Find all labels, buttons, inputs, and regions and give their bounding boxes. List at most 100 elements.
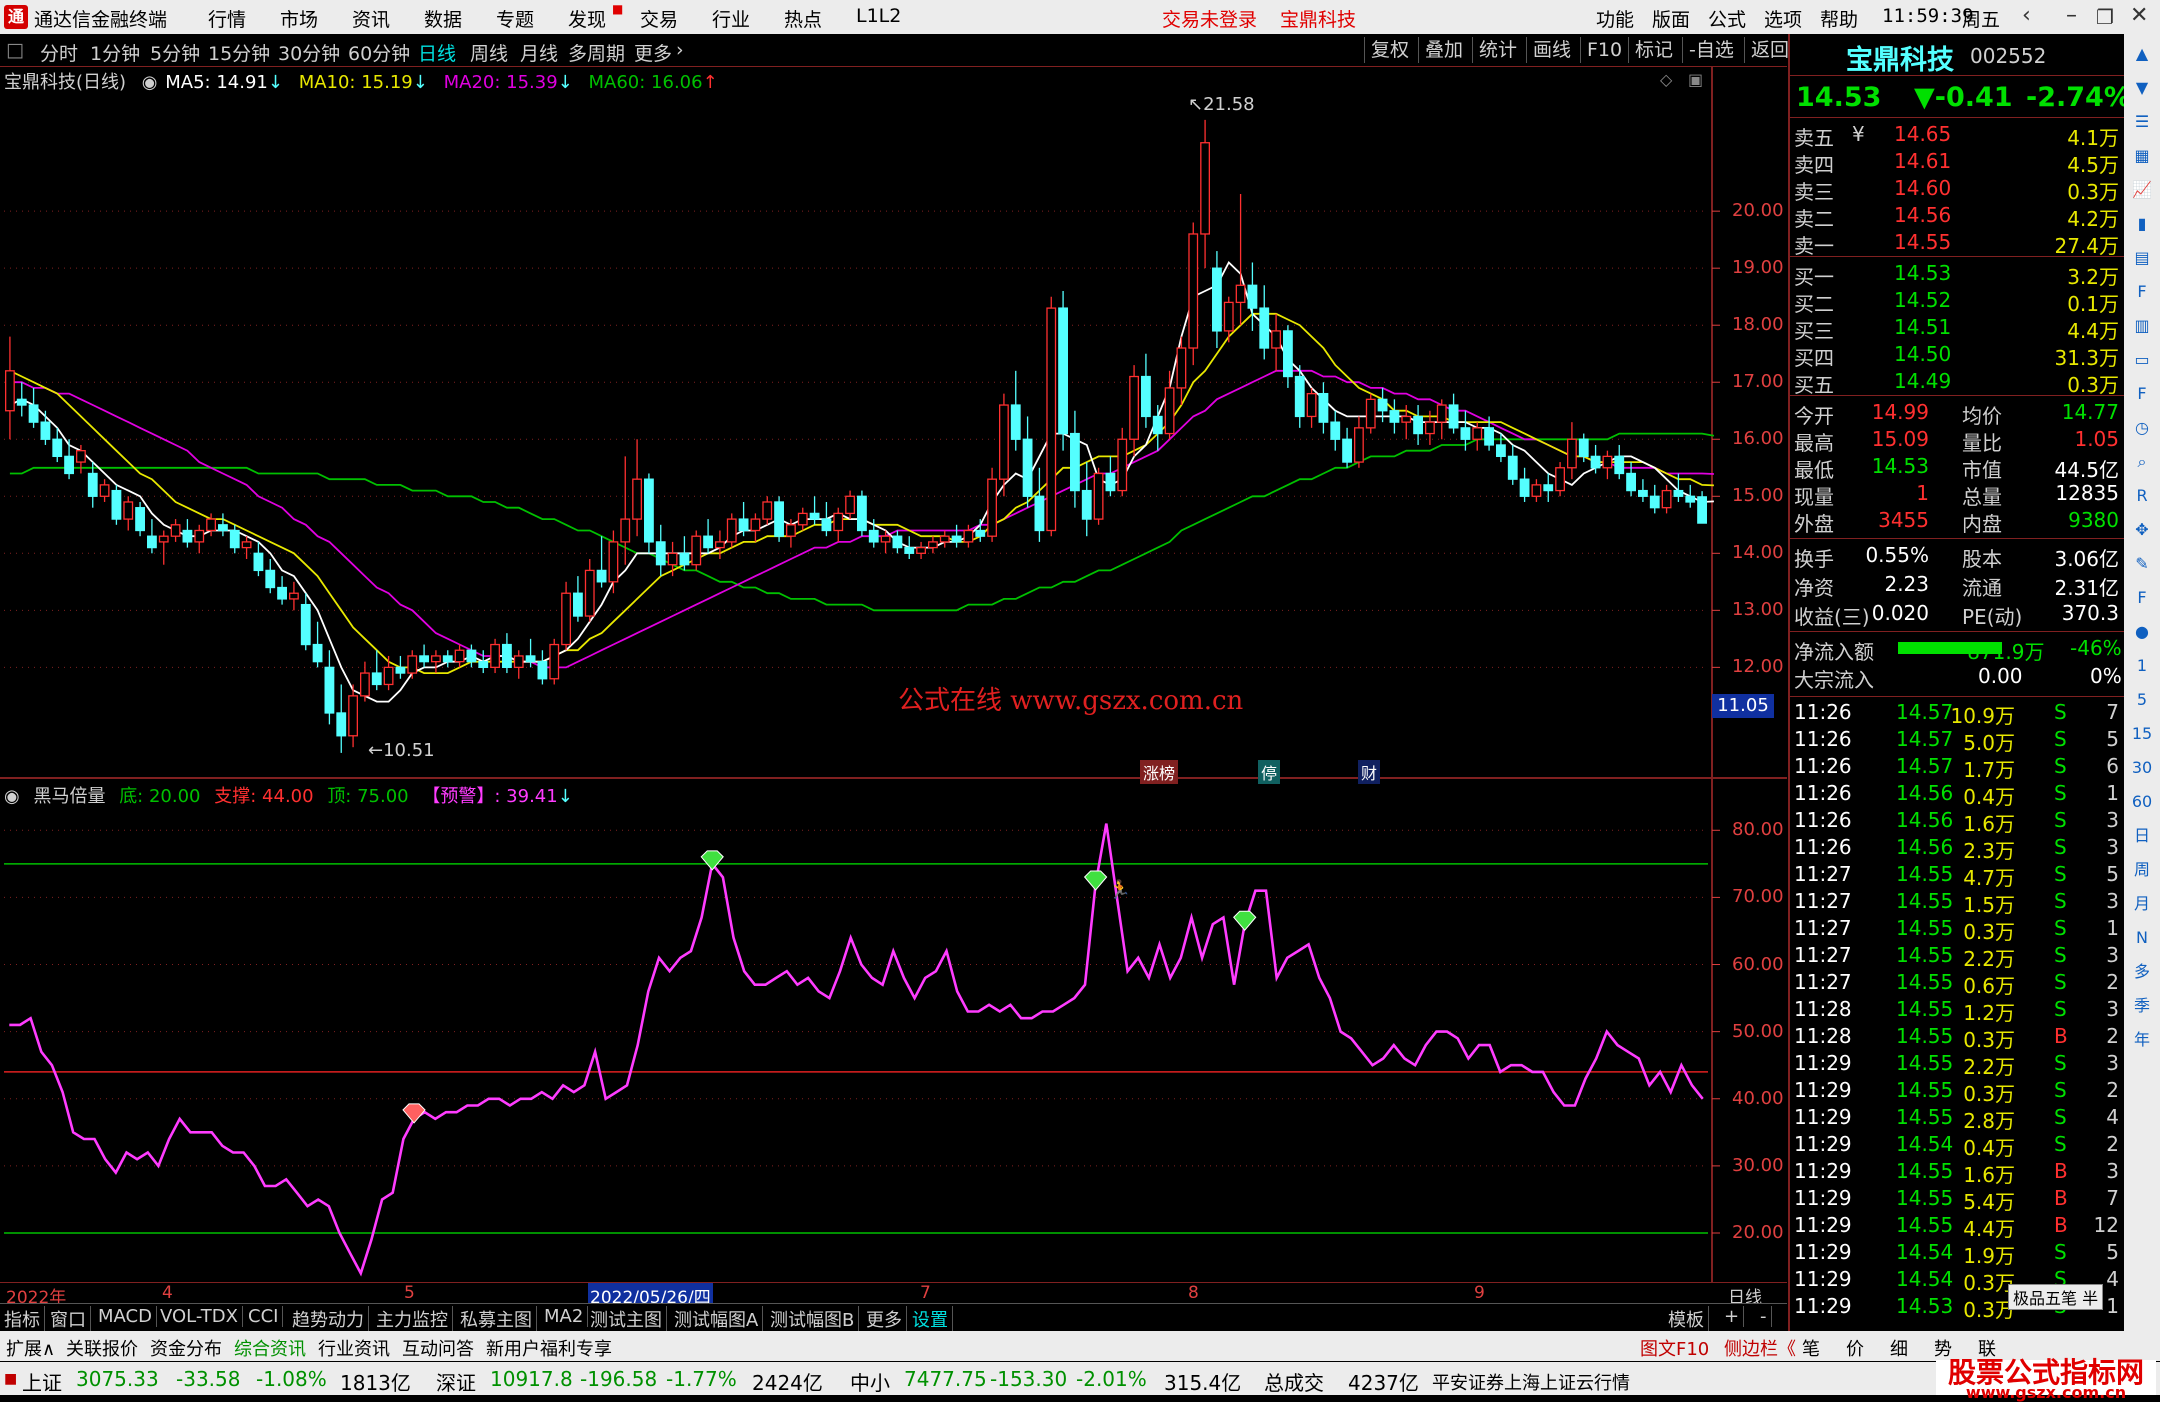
restore-icon[interactable]: ❐: [2096, 5, 2114, 29]
period-month-icon[interactable]: 月: [2128, 890, 2156, 918]
dot-icon[interactable]: ●: [2128, 618, 2156, 646]
period-5-icon[interactable]: 5: [2128, 686, 2156, 714]
search-icon[interactable]: ⌕: [2128, 448, 2156, 476]
table-icon[interactable]: ▤: [2128, 244, 2156, 272]
block-inflow-row: 大宗流入 0.00 0%: [1794, 664, 2122, 692]
f10-graphic-tab[interactable]: 图文F10: [1640, 1335, 1709, 1361]
event-marker-finance[interactable]: 财: [1358, 760, 1381, 784]
remove-pane-button[interactable]: -: [1756, 1306, 1772, 1327]
tab-settings[interactable]: 设置: [908, 1306, 953, 1332]
tab-macd[interactable]: MACD: [94, 1306, 157, 1327]
tick-price: 14.55: [1896, 1186, 1954, 1210]
arrow-up-icon[interactable]: ▲: [2128, 40, 2156, 68]
tick-count: 3: [2106, 997, 2119, 1021]
close-icon[interactable]: ✕: [2130, 3, 2148, 28]
period-day-icon[interactable]: 日: [2128, 822, 2156, 850]
ask-row[interactable]: 卖五 ¥ 14.65 4.1万: [1794, 122, 2119, 150]
new-user-benefit-tab[interactable]: 新用户福利专享: [486, 1335, 612, 1361]
arrow-down-icon[interactable]: ▼: [2128, 74, 2156, 102]
rsi-icon[interactable]: R: [2128, 482, 2156, 510]
period-week-icon[interactable]: 周: [2128, 856, 2156, 884]
bar-chart-icon[interactable]: ▥: [2128, 312, 2156, 340]
add-pane-button[interactable]: +: [1720, 1306, 1745, 1327]
tab-window[interactable]: 窗口: [46, 1306, 91, 1332]
chart-icon[interactable]: 📈: [2128, 176, 2156, 204]
period-multi-icon[interactable]: 多: [2128, 958, 2156, 986]
clock-icon[interactable]: ◷: [2128, 414, 2156, 442]
tab-main-monitor[interactable]: 主力监控: [372, 1306, 453, 1332]
tick-time: 11:27: [1794, 862, 1852, 886]
index-name[interactable]: 深证: [436, 1367, 476, 1396]
fund-distribution-tab[interactable]: 资金分布: [150, 1335, 222, 1361]
industry-news-tab[interactable]: 行业资讯: [318, 1335, 390, 1361]
bid-row[interactable]: 买四 14.50 31.3万: [1794, 342, 2119, 370]
related-quotes-tab[interactable]: 关联报价: [66, 1335, 138, 1361]
tab-vol-tdx[interactable]: VOL-TDX: [156, 1306, 243, 1327]
tab-test-sub-a[interactable]: 测试幅图A: [670, 1306, 764, 1332]
pen-icon[interactable]: ✎: [2128, 550, 2156, 578]
move-icon[interactable]: ✥: [2128, 516, 2156, 544]
tab-detail[interactable]: 细: [1890, 1335, 1908, 1361]
event-marker-limit-list[interactable]: 涨榜: [1140, 760, 1179, 784]
ask-row[interactable]: 卖一 14.55 27.4万: [1794, 230, 2119, 258]
tab-ma2[interactable]: MA2: [540, 1306, 589, 1327]
arrow-left-icon: ↖: [1188, 94, 1204, 115]
sidebar-toggle[interactable]: 侧边栏《: [1724, 1335, 1796, 1361]
index-name[interactable]: 上证: [22, 1367, 62, 1396]
doc-icon[interactable]: ▭: [2128, 346, 2156, 374]
minimize-icon[interactable]: –: [2066, 3, 2077, 28]
f2-icon[interactable]: F: [2128, 380, 2156, 408]
period-60-icon[interactable]: 60: [2128, 788, 2156, 816]
panel-toggle-icon[interactable]: ▣: [1688, 70, 1703, 89]
tab-indicator[interactable]: 指标: [0, 1306, 45, 1332]
candle-body: [1590, 455, 1601, 469]
tab-ticks[interactable]: 笔: [1802, 1335, 1820, 1361]
bid-row[interactable]: 买三 14.51 4.4万: [1794, 315, 2119, 343]
general-news-tab[interactable]: 综合资讯: [234, 1335, 306, 1361]
tick-row: 11:26 14.56 0.4万 S 1: [1794, 781, 2119, 809]
tab-test-sub-b[interactable]: 测试幅图B: [766, 1306, 860, 1332]
diamond-icon[interactable]: ◇: [1660, 70, 1672, 89]
candle-body: [1472, 427, 1483, 440]
bid-row[interactable]: 买一 14.53 3.2万: [1794, 261, 2119, 289]
tab-private-main[interactable]: 私募主图: [456, 1306, 537, 1332]
ask-row[interactable]: 卖二 14.56 4.2万: [1794, 203, 2119, 231]
candle-body: [1271, 330, 1281, 349]
bid-row[interactable]: 买五 14.49 0.3万: [1794, 369, 2119, 397]
candle-body: [218, 524, 228, 532]
f10-icon[interactable]: F: [2128, 278, 2156, 306]
period-1-icon[interactable]: 1: [2128, 652, 2156, 680]
period-year-icon[interactable]: 年: [2128, 1026, 2156, 1054]
list-icon[interactable]: ☰: [2128, 108, 2156, 136]
candle-body: [1235, 284, 1246, 304]
grid-icon[interactable]: ▦: [2128, 142, 2156, 170]
kline-icon[interactable]: ▮: [2128, 210, 2156, 238]
tick-row: 11:29 14.55 5.4万 B 7: [1794, 1186, 2119, 1214]
f5-icon[interactable]: F: [2128, 584, 2156, 612]
tab-cci[interactable]: CCI: [244, 1306, 284, 1327]
ask-row[interactable]: 卖三 14.60 0.3万: [1794, 176, 2119, 204]
stat-value: 1.05: [2074, 427, 2119, 451]
tab-trend-power[interactable]: 趋势动力: [288, 1306, 369, 1332]
bid-row[interactable]: 买二 14.52 0.1万: [1794, 288, 2119, 316]
ask-row[interactable]: 卖四 14.61 4.5万: [1794, 149, 2119, 177]
legend-toggle-icon[interactable]: ◉: [4, 786, 20, 807]
period-30-icon[interactable]: 30: [2128, 754, 2156, 782]
tab-more[interactable]: 更多: [862, 1306, 907, 1332]
qa-tab[interactable]: 互动问答: [402, 1335, 474, 1361]
period-15-icon[interactable]: 15: [2128, 720, 2156, 748]
back-arrow-icon[interactable]: ‹: [2022, 3, 2031, 28]
tab-test-main[interactable]: 测试主图: [586, 1306, 667, 1332]
kline-chart-area[interactable]: 🏃: [0, 0, 1787, 1303]
tick-time: 11:29: [1794, 1186, 1852, 1210]
menu-item-help[interactable]: 帮助: [1820, 5, 1858, 32]
candle-body: [502, 643, 512, 669]
low-price-value: 10.51: [383, 740, 435, 761]
index-name[interactable]: 中小: [850, 1367, 890, 1396]
expand-button[interactable]: 扩展∧: [6, 1335, 55, 1361]
event-marker-halt[interactable]: 停: [1258, 760, 1281, 784]
template-button[interactable]: 模板: [1664, 1306, 1709, 1332]
period-n-icon[interactable]: N: [2128, 924, 2156, 952]
period-season-icon[interactable]: 季: [2128, 992, 2156, 1020]
tab-price[interactable]: 价: [1846, 1335, 1864, 1361]
